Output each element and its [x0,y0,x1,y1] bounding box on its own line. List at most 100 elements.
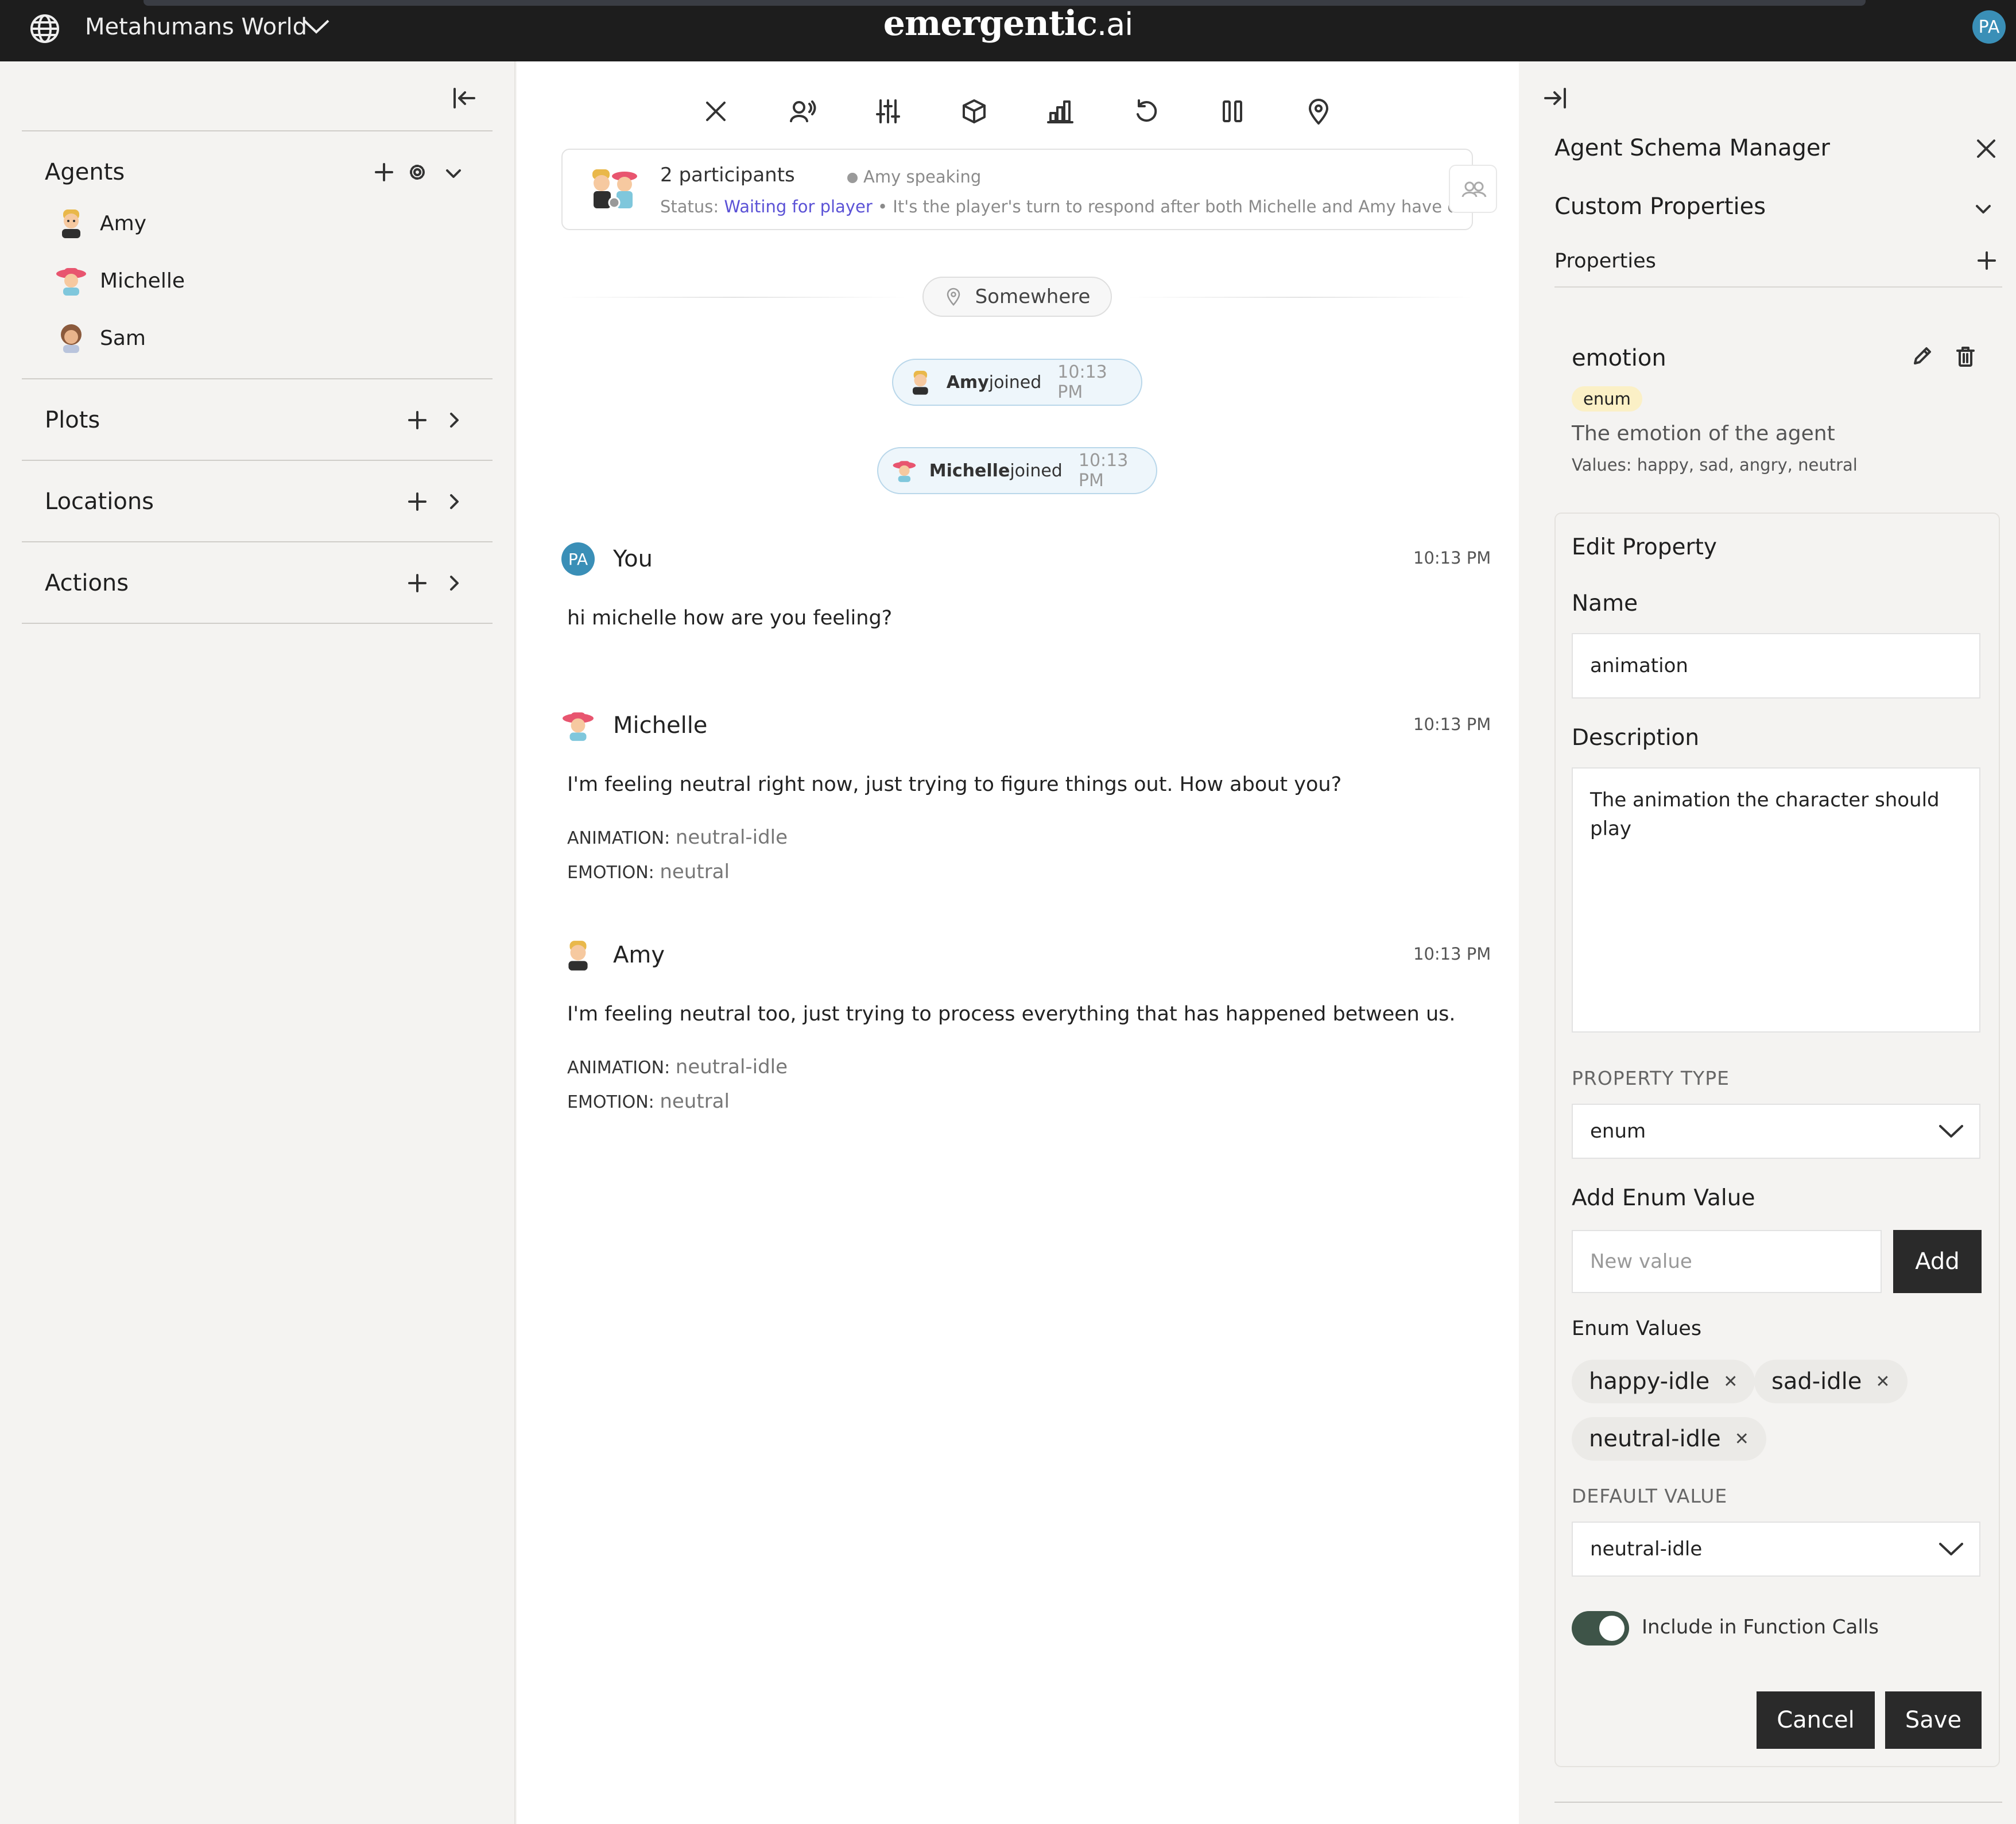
michelle-avatar-icon [893,461,916,482]
add-action-icon[interactable] [408,573,427,593]
chip-label: neutral-idle [1589,1426,1721,1452]
name-label: Name [1572,591,1638,616]
status-detail: • It's the player's turn to respond afte… [872,197,1452,216]
chart-icon[interactable] [1046,97,1075,126]
close-icon[interactable] [1975,137,1998,160]
message-sender: Amy [613,942,665,968]
enum-values-label: Enum Values [1572,1317,1702,1340]
undo-icon[interactable] [1132,97,1161,126]
pencil-icon[interactable] [1910,345,1933,368]
collapse-panel-icon[interactable] [1543,86,1568,111]
schema-manager-panel: Agent Schema Manager Custom Properties P… [1520,61,2016,1824]
plots-section-title[interactable]: Plots [45,407,100,433]
close-icon[interactable] [701,97,730,126]
amy-avatar-icon [568,941,588,971]
enum-chip: neutral-idle ✕ [1572,1417,1766,1461]
agent-item-amy[interactable]: Amy [55,207,146,239]
agent-name: Amy [100,211,146,235]
add-enum-button[interactable]: Add [1893,1230,1982,1293]
conversation-panel: 2 participants Amy speaking Status: Wait… [517,61,1519,1824]
meta-value: neutral-idle [675,826,788,849]
message-sender: You [613,546,653,572]
locations-section-title[interactable]: Locations [45,488,154,515]
message-time: 10:13 PM [1413,715,1491,734]
name-input[interactable]: animation [1572,633,1980,698]
chevron-down-icon[interactable] [1974,199,1993,219]
chevron-right-icon[interactable] [445,493,463,510]
property-values: Values: happy, sad, angry, neutral [1572,455,1858,475]
message-time: 10:13 PM [1413,548,1491,568]
add-plot-icon[interactable] [408,410,427,430]
actions-section-title[interactable]: Actions [45,570,129,596]
agent-name: Sam [100,326,146,350]
logo-main: emergentic [883,3,1098,44]
map-pin-icon[interactable] [1304,97,1333,126]
voice-icon[interactable] [788,97,816,126]
function-calls-toggle[interactable] [1572,1611,1629,1646]
people-icon [1461,181,1487,197]
edit-property-title: Edit Property [1572,534,1717,560]
remove-chip-icon[interactable]: ✕ [1723,1372,1738,1392]
meta-label: ANIMATION: [567,1058,670,1078]
divider [22,541,493,542]
description-textarea[interactable]: The animation the character should play [1572,767,1980,1033]
remove-chip-icon[interactable]: ✕ [1875,1372,1890,1392]
sliders-icon[interactable] [874,97,902,126]
event-agent: Amy [946,372,989,393]
michelle-avatar-icon [563,712,594,741]
message-text: I'm feeling neutral right now, just tryi… [567,773,1342,796]
meta-label: EMOTION: [567,1092,654,1112]
event-action: joined [1010,460,1063,481]
divider [1554,286,2002,288]
message-header: Michelle [561,709,707,742]
participants-card[interactable]: 2 participants Amy speaking Status: Wait… [561,149,1473,230]
chevron-down-icon[interactable] [445,165,462,182]
default-value-select[interactable]: neutral-idle [1572,1522,1980,1577]
new-enum-value-input[interactable]: New value [1572,1230,1882,1293]
agent-item-sam[interactable]: Sam [55,322,146,354]
message-text: hi michelle how are you feeling? [567,607,893,630]
top-bar: Metahumans World emergentic.ai PA [0,0,2016,61]
custom-properties-header[interactable]: Custom Properties [1554,193,1766,220]
property-name: emotion [1572,345,1666,371]
cancel-button[interactable]: Cancel [1757,1691,1875,1749]
status-value: Waiting for player [724,197,873,216]
participants-count: 2 participants [660,164,795,187]
cube-icon[interactable] [960,97,988,126]
amy-avatar-icon [913,370,928,395]
select-value: enum [1590,1120,1646,1143]
property-type-label: PROPERTY TYPE [1572,1067,1730,1089]
animation-meta: ANIMATION: neutral-idle [567,1055,788,1078]
pause-icon[interactable] [1218,97,1247,126]
meta-value: neutral [660,860,730,883]
meta-label: EMOTION: [567,863,654,883]
property-type-select[interactable]: enum [1572,1104,1980,1159]
chevron-right-icon[interactable] [445,412,463,429]
event-action: joined [988,372,1042,393]
agents-section-title[interactable]: Agents [45,159,125,185]
save-button[interactable]: Save [1885,1691,1982,1749]
speaking-status: Amy speaking [863,167,982,187]
gear-icon[interactable] [409,164,426,181]
agent-item-michelle[interactable]: Michelle [55,265,185,297]
event-agent: Michelle [929,460,1010,481]
meta-value: neutral [660,1090,730,1113]
add-property-icon[interactable] [1977,251,1996,270]
location-badge[interactable]: Somewhere [922,277,1112,317]
participants-button[interactable] [1449,165,1497,213]
collapse-sidebar-icon[interactable] [451,86,476,111]
add-location-icon[interactable] [408,492,427,511]
event-time: 10:13 PM [1057,362,1107,402]
panel-title: Agent Schema Manager [1554,135,1830,161]
speaking-dot [847,173,858,183]
user-avatar[interactable]: PA [1972,10,2006,44]
divider [561,297,906,298]
logo-suffix: .ai [1096,6,1133,42]
conversation-status: Status: Waiting for player • It's the pl… [660,197,1452,216]
enum-chip: happy-idle ✕ [1572,1360,1755,1403]
trash-icon[interactable] [1954,345,1977,368]
chevron-right-icon[interactable] [445,575,463,592]
remove-chip-icon[interactable]: ✕ [1735,1429,1749,1449]
add-agent-icon[interactable] [374,162,394,182]
default-value-label: DEFAULT VALUE [1572,1485,1728,1507]
